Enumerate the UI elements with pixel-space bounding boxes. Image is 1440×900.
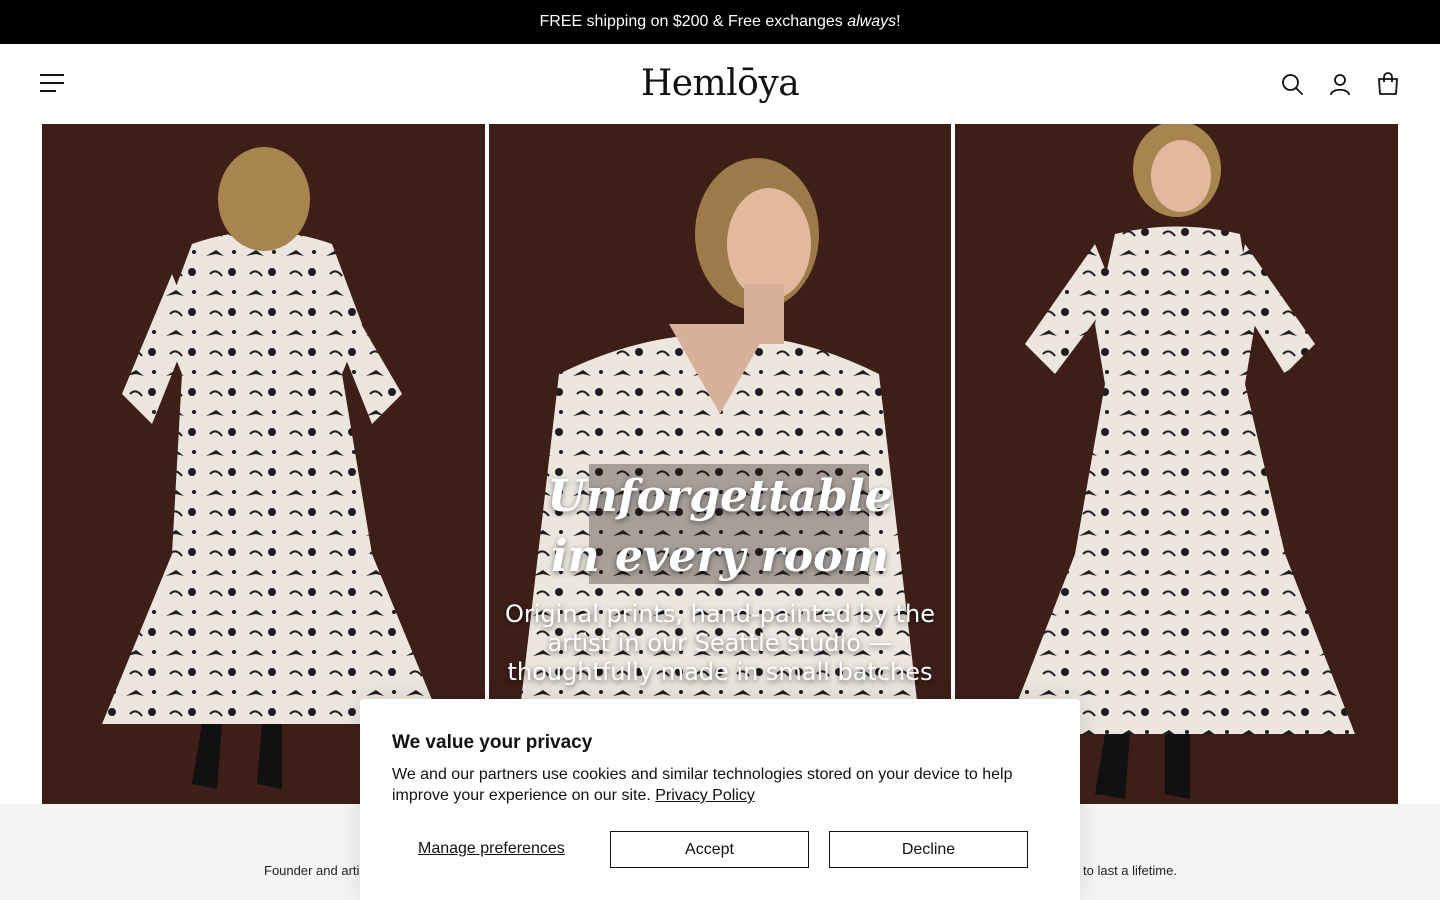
announcement-text: FREE shipping on $200 & Free exchanges a… <box>539 13 901 30</box>
search-icon[interactable] <box>1280 72 1304 96</box>
cookie-consent-banner: We value your privacy We and our partner… <box>360 699 1080 900</box>
manage-preferences-link[interactable]: Manage preferences <box>418 840 565 858</box>
cookie-banner-description: We and our partners use cookies and simi… <box>392 766 1013 804</box>
cart-icon[interactable] <box>1376 72 1400 96</box>
accept-cookies-button[interactable]: Accept <box>610 831 809 868</box>
hero-headline-line1: Unforgettable <box>547 471 893 522</box>
hero-headline-line2: in every room <box>550 531 890 582</box>
founder-text-left: Founder and artis <box>264 863 366 878</box>
menu-icon[interactable] <box>40 74 66 94</box>
site-header: Hemlōya <box>0 44 1440 124</box>
hero-subheadline: Original prints, hand-painted by the art… <box>504 600 936 686</box>
site-logo[interactable]: Hemlōya <box>620 60 820 106</box>
privacy-policy-link[interactable]: Privacy Policy <box>655 787 755 804</box>
cookie-banner-title: We value your privacy <box>392 732 593 753</box>
decline-cookies-button[interactable]: Decline <box>829 831 1028 868</box>
founder-text-right: to last a lifetime. <box>1083 863 1177 878</box>
account-icon[interactable] <box>1328 72 1352 96</box>
announcement-bar: FREE shipping on $200 & Free exchanges a… <box>0 0 1440 44</box>
